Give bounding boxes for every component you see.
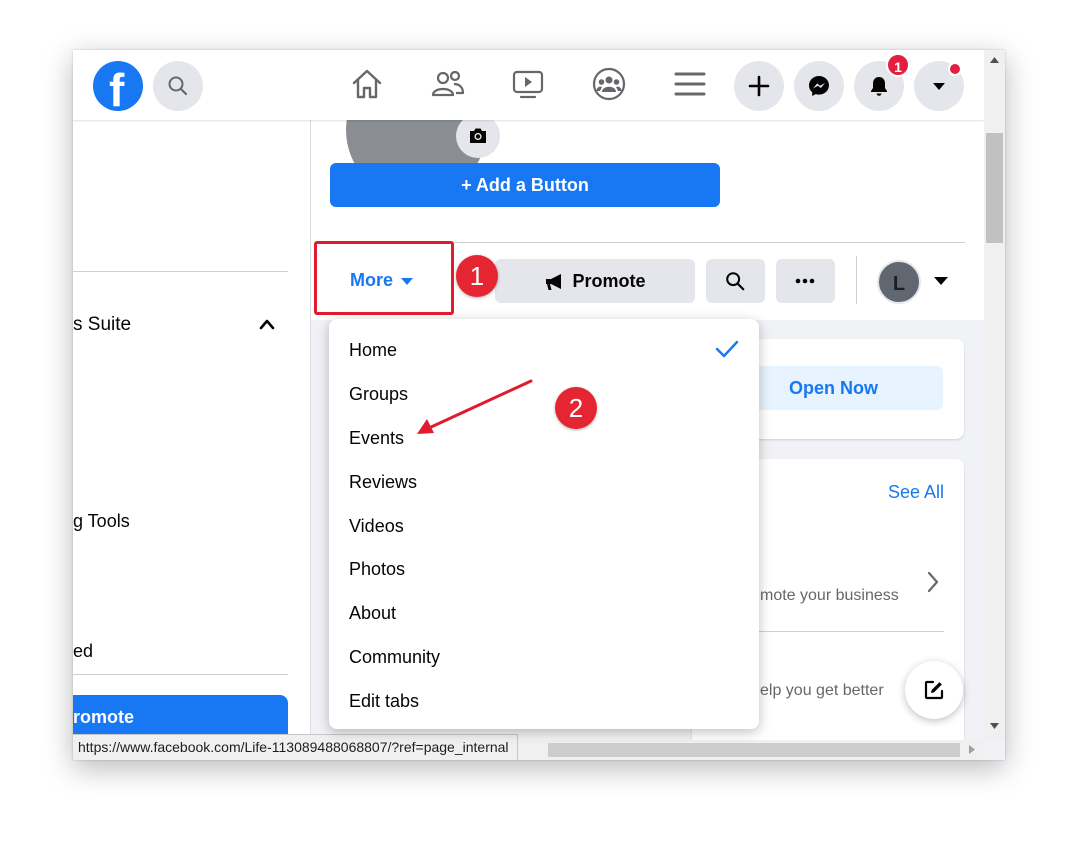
action-separator <box>856 256 857 304</box>
left-sidebar: s Suite g Tools ed romote <box>73 120 311 760</box>
account-alert-dot <box>948 62 962 76</box>
notification-badge: 1 <box>886 53 910 77</box>
menu-icon[interactable] <box>672 66 708 102</box>
chevron-right-icon[interactable] <box>925 570 941 594</box>
vertical-scroll-thumb[interactable] <box>986 133 1003 243</box>
home-icon[interactable] <box>349 66 385 102</box>
top-navigation-bar: f 1 <box>73 50 984 120</box>
highlight-box-more <box>314 241 454 315</box>
megaphone-icon <box>546 274 562 291</box>
menu-item-groups[interactable]: Groups <box>349 384 408 405</box>
groups-icon[interactable] <box>591 66 627 102</box>
caret-down-icon <box>933 83 945 90</box>
menu-item-home[interactable]: Home <box>349 340 397 361</box>
checkmark-icon <box>715 340 739 358</box>
annotation-arrow <box>417 379 533 434</box>
add-a-button[interactable]: + Add a Button <box>330 163 720 207</box>
update-photo-button[interactable] <box>456 114 500 158</box>
tip-text: mote your business <box>760 587 899 604</box>
chevron-up-icon[interactable] <box>258 317 276 331</box>
more-tabs-dropdown: Home Groups Events Reviews Videos Photos… <box>329 319 759 729</box>
see-all-link[interactable]: See All <box>888 482 944 503</box>
plus-icon <box>748 75 770 97</box>
step-badge-2: 2 <box>555 387 597 429</box>
menu-item-edit-tabs[interactable]: Edit tabs <box>349 691 419 712</box>
new-message-button[interactable] <box>905 661 963 719</box>
search-icon <box>168 76 188 96</box>
ellipsis-icon <box>795 278 815 284</box>
bell-icon <box>871 77 887 96</box>
compose-icon <box>924 680 944 700</box>
more-options-button[interactable] <box>776 259 835 303</box>
promote-button[interactable]: Promote <box>495 259 695 303</box>
menu-item-reviews[interactable]: Reviews <box>349 472 417 493</box>
watch-icon[interactable] <box>510 66 546 102</box>
search-button[interactable] <box>153 61 203 111</box>
menu-item-community[interactable]: Community <box>349 647 440 668</box>
caret-down-icon[interactable] <box>934 277 948 285</box>
scroll-right-icon[interactable] <box>968 744 976 755</box>
sidebar-item-tools[interactable]: g Tools <box>73 511 130 532</box>
menu-item-about[interactable]: About <box>349 603 396 624</box>
sidebar-divider <box>73 674 288 675</box>
page-search-button[interactable] <box>706 259 765 303</box>
facebook-logo[interactable]: f <box>93 61 143 116</box>
messenger-button[interactable] <box>794 61 844 111</box>
menu-item-videos[interactable]: Videos <box>349 516 404 537</box>
create-button[interactable] <box>734 61 784 111</box>
sidebar-divider <box>73 271 288 272</box>
camera-icon <box>470 128 486 143</box>
sidebar-item-partial[interactable]: ed <box>73 641 93 662</box>
scroll-up-icon[interactable] <box>989 56 1000 64</box>
browser-window: f 1 s Suite g Tools ed romote + Add a Bu… <box>73 50 1005 760</box>
step-badge-1: 1 <box>456 255 498 297</box>
acting-profile-avatar[interactable]: L <box>877 260 921 304</box>
sidebar-item-business-suite[interactable]: s Suite <box>73 314 131 336</box>
friends-icon[interactable] <box>430 66 466 102</box>
menu-item-photos[interactable]: Photos <box>349 559 405 580</box>
vertical-scrollbar[interactable] <box>984 50 1005 740</box>
search-icon <box>726 272 745 291</box>
tip-text: elp you get better <box>760 682 884 699</box>
card-divider <box>759 631 944 632</box>
horizontal-scroll-thumb[interactable] <box>548 743 960 757</box>
menu-item-events[interactable]: Events <box>349 428 404 449</box>
messenger-icon <box>809 76 829 96</box>
status-bar-url: https://www.facebook.com/Life-1130894880… <box>73 734 518 760</box>
scroll-down-icon[interactable] <box>989 722 1000 730</box>
